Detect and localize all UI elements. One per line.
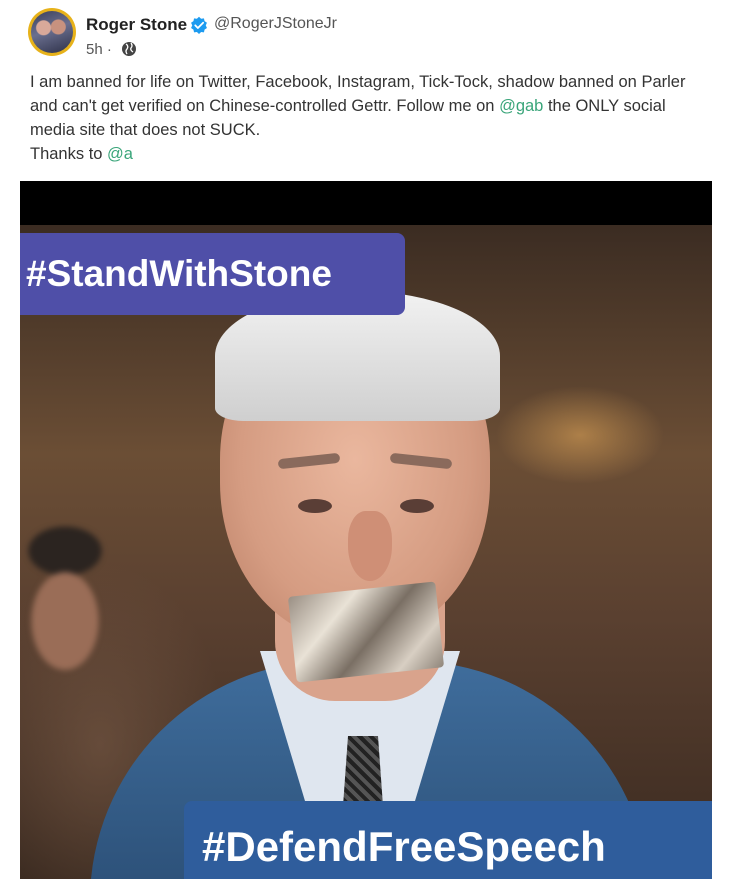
duct-tape	[287, 581, 445, 683]
mention-gab-link[interactable]: @gab	[499, 97, 543, 115]
avatar-image	[31, 11, 73, 53]
left-eye	[298, 499, 332, 513]
globe-icon	[122, 42, 136, 56]
nose	[348, 511, 392, 581]
background-person	[20, 511, 130, 741]
author-handle[interactable]: @RogerJStoneJr	[214, 15, 337, 33]
mention-a-link[interactable]: @a	[107, 145, 133, 163]
post-text: I am banned for life on Twitter, Faceboo…	[30, 70, 700, 166]
hashtag-banner-bottom: #DefendFreeSpeech	[184, 801, 712, 879]
post-image[interactable]: #StandWithStone #DefendFreeSpeech	[20, 181, 712, 879]
post-card: Roger Stone @RogerJStoneJr 5h · I am ban…	[0, 0, 732, 879]
right-eye	[400, 499, 434, 513]
post-timestamp[interactable]: 5h ·	[86, 41, 112, 58]
hashtag-banner-top: #StandWithStone	[20, 233, 405, 315]
verified-badge-icon	[191, 16, 207, 34]
author-name[interactable]: Roger Stone	[86, 15, 187, 35]
post-text-thanks: Thanks to	[30, 145, 108, 163]
author-avatar[interactable]	[28, 8, 76, 56]
